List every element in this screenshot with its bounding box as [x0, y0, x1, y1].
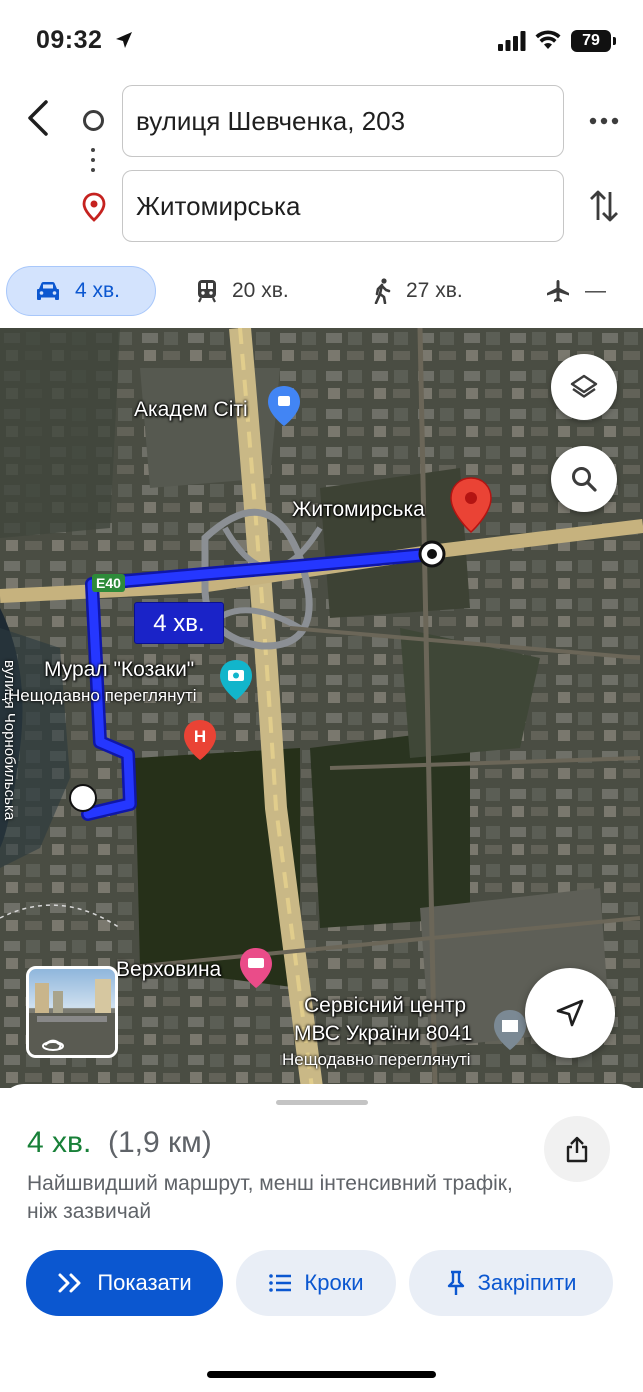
- tab-flights[interactable]: —: [545, 266, 606, 316]
- steps-button[interactable]: Кроки: [236, 1250, 396, 1316]
- home-indicator[interactable]: [207, 1371, 436, 1378]
- route-description: Найшвидший маршрут, менш інтенсивний тра…: [27, 1172, 513, 1223]
- route-connector-icon: [91, 148, 96, 178]
- sheet-drag-handle[interactable]: [276, 1100, 368, 1105]
- signal-icon: [498, 31, 526, 51]
- navigation-arrow-icon: [556, 999, 584, 1027]
- walk-icon: [374, 278, 391, 304]
- more-options-icon[interactable]: [585, 110, 625, 132]
- status-bar: 09:32 79: [0, 0, 643, 80]
- location-arrow-icon: [116, 32, 132, 48]
- route-eta: 4 хв.: [27, 1126, 92, 1159]
- tab-driving-label: 4 хв.: [75, 279, 121, 302]
- back-arrow-icon[interactable]: [20, 96, 56, 140]
- poi-sublabel-service-center: Нещодавно переглянуті: [282, 1050, 471, 1069]
- travel-mode-tabs: 4 хв. 20 хв. 27 хв. —: [0, 266, 643, 318]
- origin-input[interactable]: вулиця Шевченка, 203: [122, 85, 564, 157]
- origin-circle-icon: [83, 110, 104, 131]
- street-label-chornobylska: вулиця Чорнобильська: [1, 660, 18, 821]
- poi-label-zhytomyrska[interactable]: Житомирська: [292, 498, 425, 522]
- show-route-button[interactable]: Показати: [26, 1250, 223, 1316]
- destination-pin-icon: [82, 192, 106, 222]
- street-view-image: [29, 979, 115, 1055]
- car-icon: [37, 282, 59, 300]
- recenter-navigation-button[interactable]: [525, 968, 615, 1058]
- tab-walking[interactable]: 27 хв.: [372, 266, 463, 316]
- share-button[interactable]: [544, 1116, 610, 1182]
- tab-driving[interactable]: 4 хв.: [6, 266, 156, 316]
- pin-label: Закріпити: [477, 1270, 577, 1295]
- destination-input[interactable]: Житомирська: [122, 170, 564, 242]
- tab-walking-label: 27 хв.: [406, 279, 463, 302]
- search-along-route-button[interactable]: [551, 446, 617, 512]
- poi-label-service-center[interactable]: Сервісний центр: [304, 994, 466, 1018]
- status-time: 09:32: [36, 26, 103, 54]
- wifi-icon: [535, 30, 561, 49]
- tab-transit-label: 20 хв.: [232, 279, 289, 302]
- show-route-label: Показати: [97, 1270, 192, 1295]
- route-duration-badge[interactable]: 4 хв.: [134, 602, 224, 644]
- share-icon: [566, 1136, 588, 1163]
- map-view[interactable]: H вулиця Чорнобильська Академ Сіті Житом…: [0, 328, 643, 1088]
- battery-indicator: 79: [571, 30, 616, 52]
- swap-icon[interactable]: [586, 186, 622, 226]
- pin-button[interactable]: Закріпити: [409, 1250, 613, 1316]
- double-chevron-icon: [58, 1273, 81, 1293]
- list-icon: [269, 1274, 292, 1292]
- pin-icon: [447, 1270, 464, 1295]
- route-summary-sheet: 4 хв. (1,9 км) Найшвидший маршрут, менш …: [0, 1084, 643, 1392]
- steps-label: Кроки: [304, 1270, 364, 1295]
- tab-transit[interactable]: 20 хв.: [196, 266, 289, 316]
- tab-flights-label: —: [585, 279, 606, 302]
- layers-icon: [570, 374, 598, 398]
- route-distance: (1,9 км): [108, 1126, 212, 1159]
- layers-button[interactable]: [551, 354, 617, 420]
- street-view-thumbnail[interactable]: [26, 966, 118, 1058]
- plane-icon: [547, 280, 569, 302]
- poi-label-akadem[interactable]: Академ Сіті: [134, 398, 248, 422]
- poi-label-verkhovyna[interactable]: Верховина: [116, 958, 221, 982]
- svg-text:H: H: [194, 727, 206, 746]
- search-icon: [572, 467, 597, 492]
- highway-shield-e40: E40: [92, 574, 125, 592]
- train-icon: [198, 280, 216, 303]
- poi-sublabel-mural: Нещодавно переглянуті: [8, 686, 197, 705]
- poi-label-service-center-2[interactable]: МВС України 8041: [294, 1022, 472, 1046]
- poi-label-mural[interactable]: Мурал "Козаки": [44, 658, 194, 682]
